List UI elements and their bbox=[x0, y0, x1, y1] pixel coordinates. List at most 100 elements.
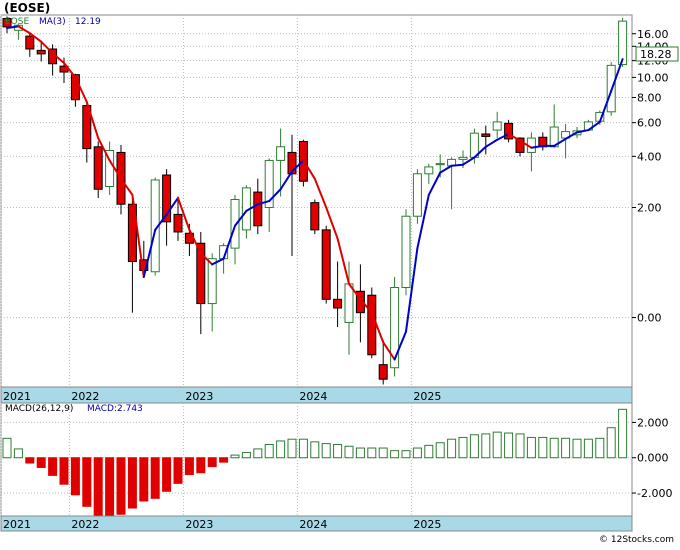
year-tick-label: 2025 bbox=[413, 390, 441, 403]
macd-bar bbox=[526, 436, 536, 459]
macd-bar bbox=[298, 438, 308, 459]
macd-bar bbox=[196, 457, 206, 474]
macd-bar bbox=[207, 457, 217, 468]
candle-body bbox=[173, 213, 183, 233]
year-tick-label: 2021 bbox=[3, 390, 31, 403]
macd-bar bbox=[276, 440, 286, 459]
macd-bar bbox=[504, 432, 514, 459]
macd-bar bbox=[36, 457, 46, 468]
macd-bar bbox=[355, 447, 365, 459]
candle-body bbox=[253, 191, 263, 227]
macd-bar bbox=[595, 437, 605, 459]
macd-bar bbox=[116, 457, 126, 515]
macd-bar bbox=[162, 457, 172, 492]
macd-bar bbox=[618, 408, 628, 459]
macd-bar bbox=[241, 451, 251, 459]
macd-bar bbox=[538, 436, 548, 459]
macd-bar bbox=[105, 457, 115, 516]
candle bbox=[367, 287, 377, 359]
candle-body bbox=[424, 166, 434, 175]
candle-body bbox=[401, 215, 411, 289]
candle bbox=[321, 225, 331, 304]
price-tick-label: 6.00 bbox=[637, 117, 662, 130]
candle-body bbox=[25, 35, 35, 50]
candle-body bbox=[412, 173, 422, 217]
macd-bar bbox=[492, 431, 502, 459]
legend-ma-label: MA(3) bbox=[39, 17, 66, 27]
price-tick-label: 4.00 bbox=[637, 150, 662, 163]
macd-bar bbox=[70, 457, 80, 496]
macd-bar bbox=[219, 457, 229, 463]
macd-bar bbox=[173, 457, 183, 484]
macd-bar bbox=[48, 457, 58, 476]
macd-bar bbox=[127, 457, 137, 509]
price-tick-label: 8.00 bbox=[637, 91, 662, 104]
year-tick-label: 2021 bbox=[3, 518, 31, 531]
price-tick-label: 10.00 bbox=[637, 71, 669, 84]
price-tick-label: 0.00 bbox=[637, 312, 662, 325]
macd-bar bbox=[253, 448, 263, 459]
candle bbox=[401, 209, 411, 296]
macd-bar bbox=[481, 433, 491, 459]
macd-bar bbox=[59, 457, 69, 485]
candle-body bbox=[618, 20, 628, 66]
macd-bar bbox=[333, 443, 343, 459]
macd-bar bbox=[310, 441, 320, 459]
candle-body bbox=[435, 163, 445, 166]
year-tick-label: 2023 bbox=[185, 518, 213, 531]
macd-bar bbox=[549, 437, 559, 459]
macd-bar bbox=[230, 454, 240, 459]
macd-bar bbox=[572, 438, 582, 459]
macd-bar bbox=[93, 457, 103, 516]
macd-tick-label: -2.000 bbox=[637, 487, 672, 500]
macd-bar bbox=[401, 450, 411, 459]
macd-bar bbox=[435, 442, 445, 459]
macd-bar bbox=[606, 427, 616, 459]
candle bbox=[390, 276, 400, 377]
macd-bar bbox=[561, 437, 571, 459]
macd-bar bbox=[2, 437, 12, 459]
macd-bar bbox=[139, 457, 149, 502]
macd-bar bbox=[515, 433, 525, 459]
macd-bar bbox=[447, 438, 457, 459]
chart-canvas: 2021 2021 2022 2022 2023 2023 2024 2024 2025 2025… bbox=[0, 1, 679, 545]
stock-chart: 2021 2021 2022 2022 2023 2023 2024 2024 2025 2025… bbox=[0, 0, 680, 546]
candle bbox=[412, 169, 422, 224]
price-panel bbox=[0, 14, 633, 388]
candle bbox=[93, 141, 103, 198]
candle-body bbox=[93, 146, 103, 190]
price-tick-label: 2.00 bbox=[637, 202, 662, 215]
macd-bar bbox=[424, 444, 434, 459]
macd-bar bbox=[378, 447, 388, 459]
candle-body bbox=[207, 258, 217, 305]
macd-legend-label: MACD(26,12,9) bbox=[5, 404, 73, 414]
macd-tick-label: 2.000 bbox=[637, 416, 669, 429]
candle-body bbox=[276, 146, 286, 161]
year-tick-label: 2025 bbox=[413, 518, 441, 531]
year-tick-label: 2022 bbox=[71, 518, 99, 531]
macd-bar bbox=[184, 457, 194, 476]
candle-body bbox=[481, 133, 491, 137]
macd-bar bbox=[367, 447, 377, 459]
macd-bar bbox=[264, 443, 274, 459]
candle-body bbox=[333, 298, 343, 309]
ma-segment bbox=[450, 163, 464, 167]
macd-bar bbox=[344, 445, 354, 459]
legend-symbol: EOSE bbox=[5, 17, 29, 27]
candle-body bbox=[36, 49, 46, 55]
candle-body bbox=[230, 198, 240, 249]
macd-bar bbox=[458, 436, 468, 459]
year-tick-label: 2022 bbox=[71, 390, 99, 403]
macd-bar bbox=[13, 448, 23, 459]
candle bbox=[504, 119, 514, 143]
last-price-label: 18.28 bbox=[640, 48, 672, 61]
year-tick-label: 2023 bbox=[185, 390, 213, 403]
legend-ma-value: 12.19 bbox=[75, 17, 101, 27]
candle-body bbox=[344, 283, 354, 323]
macd-bar bbox=[82, 457, 92, 507]
year-tick-label: 2024 bbox=[299, 390, 327, 403]
macd-bar bbox=[150, 457, 160, 499]
candle-body bbox=[367, 294, 377, 356]
year-tick-label: 2024 bbox=[299, 518, 327, 531]
candle bbox=[310, 199, 320, 235]
